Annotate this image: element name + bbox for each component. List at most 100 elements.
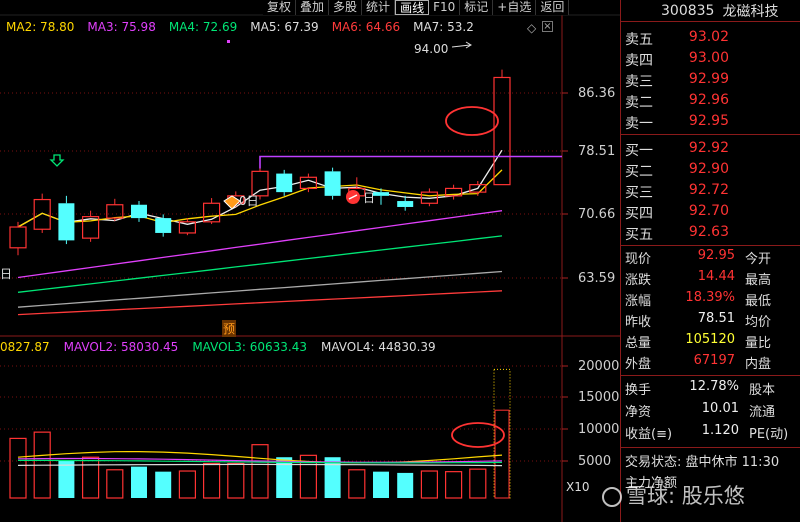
candle-body[interactable]	[131, 204, 147, 219]
quote-value: 67197	[693, 353, 735, 368]
stat-row: 收益(≡) 1.120 PE(动)	[625, 423, 788, 443]
toolbar-button[interactable]: 画线	[395, 0, 430, 15]
quote-row: 涨幅 18.39% 最低	[625, 290, 771, 310]
candle-body[interactable]	[373, 192, 389, 196]
candle-body[interactable]	[155, 218, 172, 233]
volume-bar[interactable]	[373, 471, 389, 498]
volume-axis-label: 10000	[578, 422, 620, 437]
down-arrow-icon[interactable]	[49, 154, 65, 167]
ma-legend-item: MA5: 67.39	[250, 20, 319, 34]
stock-header: 300835 龙磁科技	[621, 0, 800, 22]
ask-row[interactable]: 卖三 92.99	[625, 71, 800, 92]
toolbar-button[interactable]: F10	[429, 0, 461, 15]
quote-key: 均价	[745, 315, 772, 330]
event-marker-label: 日	[363, 191, 376, 205]
candle-body[interactable]	[397, 201, 414, 207]
toolbar-button[interactable]: 标记	[460, 0, 494, 15]
volume-bar[interactable]	[178, 470, 196, 499]
event-marker-label: 日	[0, 267, 13, 281]
ask-row[interactable]: 卖二 92.96	[625, 92, 800, 113]
price-axis-label: 70.66	[578, 207, 616, 222]
settings-diamond-icon[interactable]: ◇	[527, 21, 536, 35]
bid-label: 买二	[625, 164, 653, 180]
quote-value: 14.44	[697, 269, 735, 284]
volume-bar[interactable]	[81, 456, 100, 499]
volume-legend-item: MAVOL2: 58030.45	[63, 340, 179, 354]
volume-bar[interactable]	[420, 470, 438, 499]
volume-bar[interactable]	[227, 462, 245, 499]
ask-price: 93.02	[688, 29, 729, 45]
price-axis-label: 86.36	[578, 86, 616, 101]
volume-bar[interactable]	[324, 457, 341, 498]
ma-legend-item: MA2: 78.80	[6, 20, 75, 34]
volume-bar[interactable]	[276, 457, 293, 498]
quote-value: 18.39%	[685, 290, 735, 305]
watermark: 雪球: 股乐悠	[602, 480, 745, 510]
volume-bar[interactable]	[131, 466, 147, 498]
volume-bar[interactable]	[106, 469, 124, 499]
stat-row: 换手 12.78% 股本	[625, 379, 775, 399]
volume-bar[interactable]	[397, 472, 414, 498]
toolbar-button[interactable]: 叠加	[296, 0, 330, 15]
quote-key: 涨跌	[625, 273, 652, 288]
candle-body[interactable]	[58, 203, 75, 241]
quote-panel: 300835 龙磁科技 卖五 93.02 卖四 93.00 卖三 92.99 卖二 92.96…	[620, 0, 800, 522]
ask-row[interactable]: 卖四 93.00	[625, 50, 800, 71]
volume-axis-label: 15000	[578, 390, 620, 405]
close-icon[interactable]: ×	[542, 21, 553, 32]
price-axis-label: 78.51	[578, 144, 616, 159]
volume-bar[interactable]	[445, 471, 463, 499]
bid-row[interactable]: 买二 92.90	[625, 161, 800, 182]
candle-body[interactable]	[493, 76, 511, 186]
toolbar-button[interactable]: 返回	[536, 0, 570, 15]
ask-row[interactable]: 卖一 92.95	[625, 113, 800, 134]
volume-unit-label: X10	[566, 480, 590, 494]
stat-value: 1.120	[701, 423, 739, 438]
bid-label: 买五	[625, 227, 653, 243]
volume-legend: 0827.87 MAVOL2: 58030.45 MAVOL3: 60633.43 M…	[0, 340, 450, 356]
stock-code: 300835	[661, 2, 715, 19]
candle-body[interactable]	[276, 173, 293, 193]
bid-row[interactable]: 买一 92.92	[625, 140, 800, 161]
toolbar-button[interactable]: +自选	[493, 0, 537, 15]
toolbar-button[interactable]: 统计	[362, 0, 396, 15]
volume-bar[interactable]	[9, 437, 27, 499]
ask-label: 卖三	[625, 74, 653, 90]
bid-row[interactable]: 买五 92.63	[625, 224, 800, 245]
ma-line-grey	[17, 270, 503, 308]
stock-name: 龙磁科技	[722, 3, 779, 20]
candle-body[interactable]	[324, 171, 341, 196]
ask-label: 卖一	[625, 116, 653, 132]
volume-bar[interactable]	[155, 471, 172, 498]
drawn-resistance-line[interactable]	[259, 155, 562, 169]
candle-body[interactable]	[106, 204, 124, 219]
diamond-marker-icon[interactable]	[223, 195, 241, 210]
ask-price: 93.00	[688, 50, 729, 66]
quote-key: 现价	[625, 252, 652, 267]
ask-row[interactable]: 卖五 93.02	[625, 29, 800, 50]
bid-row[interactable]: 买三 92.72	[625, 182, 800, 203]
ma-legend-item: MA6: 64.66	[331, 20, 401, 34]
toolbar-button[interactable]: 复权	[263, 0, 297, 15]
stat-value: 12.78%	[689, 379, 739, 394]
volume-bar[interactable]	[251, 444, 269, 499]
volume-bar[interactable]	[493, 368, 511, 499]
candle-body[interactable]	[9, 226, 27, 249]
volume-bar[interactable]	[469, 468, 487, 499]
bid-price: 92.92	[688, 140, 729, 156]
ma-legend-item: MA3: 75.98	[87, 20, 156, 34]
volume-legend-item: MAVOL4: 44830.39	[321, 340, 436, 354]
toolbar-button[interactable]: 多股	[329, 0, 363, 15]
volume-bar[interactable]	[348, 469, 366, 499]
bid-row[interactable]: 买四 92.70	[625, 203, 800, 224]
divider	[621, 375, 800, 376]
highlight-circle	[445, 106, 499, 136]
ma-legend-item: MA7: 53.2	[413, 20, 474, 34]
volume-bar[interactable]	[58, 460, 75, 498]
forecast-marker[interactable]: 预	[222, 320, 237, 337]
quote-key: 内盘	[745, 357, 772, 372]
volume-bar[interactable]	[203, 462, 221, 499]
quote-value: 92.95	[697, 248, 735, 263]
quote-row: 昨收 78.51 均价	[625, 311, 771, 331]
kline-chart[interactable]	[0, 0, 620, 522]
